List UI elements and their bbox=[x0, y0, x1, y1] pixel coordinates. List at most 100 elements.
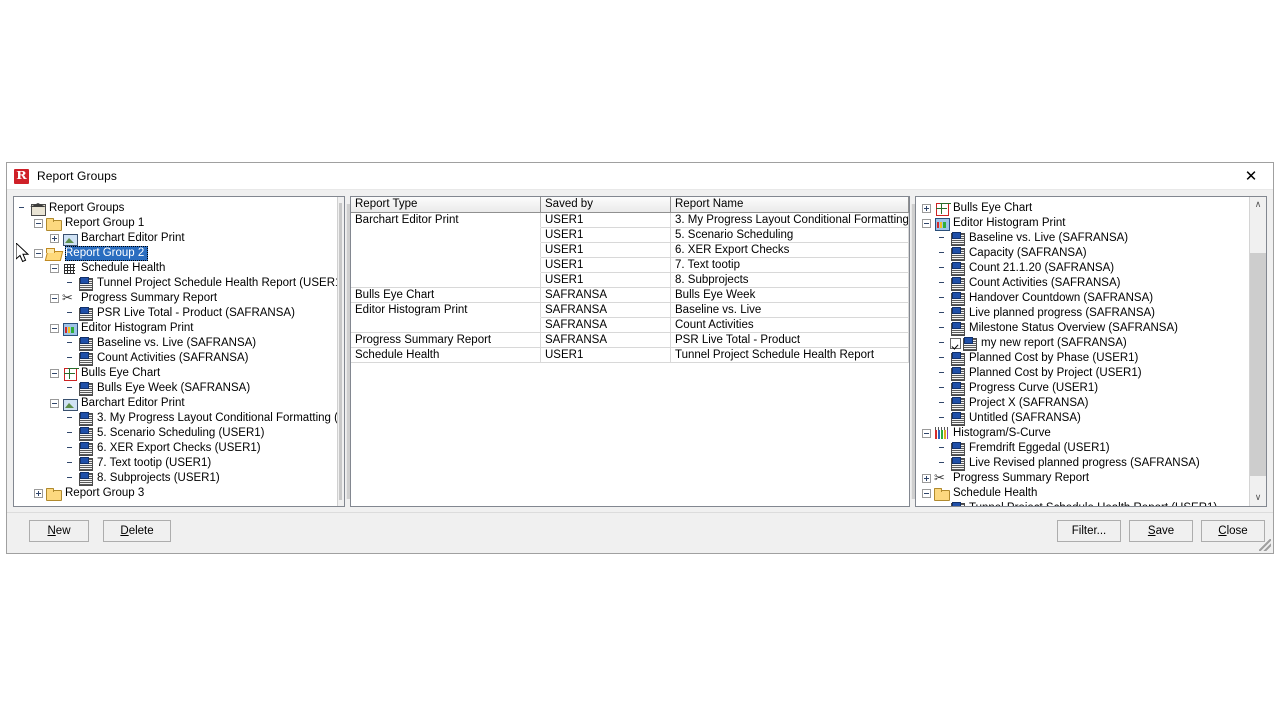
cell-report-type[interactable]: Editor Histogram Print bbox=[351, 303, 541, 318]
new-button[interactable]: New bbox=[29, 520, 89, 542]
cell-report-name[interactable]: 6. XER Export Checks bbox=[671, 243, 909, 258]
cell-report-type[interactable]: Bulls Eye Chart bbox=[351, 288, 541, 303]
tree-item[interactable]: Report Group 2 bbox=[14, 246, 344, 261]
cell-saved-by[interactable]: SAFRANSA bbox=[541, 318, 671, 333]
tree-item[interactable]: Progress Summary Report bbox=[916, 471, 1249, 486]
cell-report-name[interactable]: Tunnel Project Schedule Health Report bbox=[671, 348, 909, 363]
collapse-icon[interactable] bbox=[922, 429, 931, 438]
cell-report-type[interactable] bbox=[351, 273, 541, 288]
collapse-icon[interactable] bbox=[50, 399, 59, 408]
cell-report-name[interactable]: 5. Scenario Scheduling bbox=[671, 228, 909, 243]
reports-table-panel[interactable]: Report Type Saved by Report Name Barchar… bbox=[350, 196, 910, 507]
left-panel-splitter[interactable] bbox=[337, 197, 344, 506]
tree-item[interactable]: my new report (SAFRANSA) bbox=[916, 336, 1249, 351]
report-groups-tree-panel[interactable]: Report Groups Report Group 1 Barchart Edit… bbox=[13, 196, 345, 507]
available-reports-panel[interactable]: Bulls Eye Chart Editor Histogram Print Bas… bbox=[915, 196, 1267, 507]
cell-report-type[interactable] bbox=[351, 258, 541, 273]
filter-button[interactable]: Filter... bbox=[1057, 520, 1121, 542]
tree-item[interactable]: Report Group 3 bbox=[14, 486, 344, 501]
tree-item[interactable]: 8. Subprojects (USER1) bbox=[14, 471, 344, 486]
tree-item[interactable]: Progress Summary Report bbox=[14, 291, 344, 306]
report-groups-tree[interactable]: Report Groups Report Group 1 Barchart Edit… bbox=[14, 197, 344, 506]
tree-item[interactable]: 7. Text tootip (USER1) bbox=[14, 456, 344, 471]
tree-item[interactable]: Report Groups bbox=[14, 201, 344, 216]
cell-report-type[interactable] bbox=[351, 318, 541, 333]
cell-saved-by[interactable]: USER1 bbox=[541, 273, 671, 288]
table-row[interactable]: SAFRANSA Count Activities bbox=[351, 318, 909, 333]
collapse-icon[interactable] bbox=[34, 249, 43, 258]
collapse-icon[interactable] bbox=[50, 264, 59, 273]
expand-icon[interactable] bbox=[50, 234, 59, 243]
delete-button[interactable]: Delete bbox=[103, 520, 171, 542]
tree-item[interactable]: Tunnel Project Schedule Health Report (U… bbox=[14, 276, 344, 291]
column-header-saved-by[interactable]: Saved by bbox=[541, 197, 671, 212]
tree-item[interactable]: 5. Scenario Scheduling (USER1) bbox=[14, 426, 344, 441]
table-row[interactable]: Progress Summary Report SAFRANSA PSR Live … bbox=[351, 333, 909, 348]
tree-item[interactable]: Handover Countdown (SAFRANSA) bbox=[916, 291, 1249, 306]
cell-saved-by[interactable]: USER1 bbox=[541, 348, 671, 363]
tree-item[interactable]: Capacity (SAFRANSA) bbox=[916, 246, 1249, 261]
vertical-scrollbar[interactable]: ∧ ∨ bbox=[1249, 197, 1266, 506]
item-checkbox[interactable] bbox=[950, 338, 961, 349]
column-header-report-name[interactable]: Report Name bbox=[671, 197, 909, 212]
cell-report-type[interactable]: Barchart Editor Print bbox=[351, 213, 541, 228]
tree-item[interactable]: 6. XER Export Checks (USER1) bbox=[14, 441, 344, 456]
cell-report-name[interactable]: 7. Text tootip bbox=[671, 258, 909, 273]
tree-item[interactable]: Progress Curve (USER1) bbox=[916, 381, 1249, 396]
tree-item[interactable]: Bulls Eye Chart bbox=[916, 201, 1249, 216]
table-row[interactable]: USER1 8. Subprojects bbox=[351, 273, 909, 288]
tree-item[interactable]: Untitled (SAFRANSA) bbox=[916, 411, 1249, 426]
tree-item[interactable]: Editor Histogram Print bbox=[916, 216, 1249, 231]
collapse-icon[interactable] bbox=[34, 219, 43, 228]
tree-item[interactable]: Live planned progress (SAFRANSA) bbox=[916, 306, 1249, 321]
tree-item[interactable]: Milestone Status Overview (SAFRANSA) bbox=[916, 321, 1249, 336]
tree-item[interactable]: Live Revised planned progress (SAFRANSA) bbox=[916, 456, 1249, 471]
cell-report-type[interactable]: Schedule Health bbox=[351, 348, 541, 363]
close-icon[interactable]: ✕ bbox=[1229, 163, 1273, 189]
tree-item[interactable]: Bulls Eye Chart bbox=[14, 366, 344, 381]
tree-item[interactable]: Report Group 1 bbox=[14, 216, 344, 231]
tree-item[interactable]: Count Activities (SAFRANSA) bbox=[916, 276, 1249, 291]
cell-report-type[interactable]: Progress Summary Report bbox=[351, 333, 541, 348]
tree-item[interactable]: Baseline vs. Live (SAFRANSA) bbox=[14, 336, 344, 351]
cell-report-name[interactable]: Bulls Eye Week bbox=[671, 288, 909, 303]
table-row[interactable]: Bulls Eye Chart SAFRANSA Bulls Eye Week bbox=[351, 288, 909, 303]
tree-item[interactable]: Bulls Eye Week (SAFRANSA) bbox=[14, 381, 344, 396]
collapse-icon[interactable] bbox=[50, 369, 59, 378]
scrollbar-thumb[interactable] bbox=[1250, 253, 1266, 476]
tree-item[interactable]: Planned Cost by Project (USER1) bbox=[916, 366, 1249, 381]
scroll-up-arrow-icon[interactable]: ∧ bbox=[1250, 197, 1266, 213]
cell-report-type[interactable] bbox=[351, 228, 541, 243]
table-row[interactable]: USER1 5. Scenario Scheduling bbox=[351, 228, 909, 243]
table-row[interactable]: USER1 6. XER Export Checks bbox=[351, 243, 909, 258]
tree-item[interactable]: Count 21.1.20 (SAFRANSA) bbox=[916, 261, 1249, 276]
tree-item[interactable]: Editor Histogram Print bbox=[14, 321, 344, 336]
tree-item[interactable]: Baseline vs. Live (SAFRANSA) bbox=[916, 231, 1249, 246]
tree-item[interactable]: Planned Cost by Phase (USER1) bbox=[916, 351, 1249, 366]
cell-report-name[interactable]: PSR Live Total - Product bbox=[671, 333, 909, 348]
cell-report-name[interactable]: Baseline vs. Live bbox=[671, 303, 909, 318]
cell-saved-by[interactable]: SAFRANSA bbox=[541, 288, 671, 303]
tree-item[interactable]: Barchart Editor Print bbox=[14, 231, 344, 246]
cell-report-name[interactable]: 3. My Progress Layout Conditional Format… bbox=[671, 213, 909, 228]
tree-item[interactable]: Histogram/S-Curve bbox=[916, 426, 1249, 441]
cell-saved-by[interactable]: SAFRANSA bbox=[541, 333, 671, 348]
tree-item[interactable]: Project X (SAFRANSA) bbox=[916, 396, 1249, 411]
collapse-icon[interactable] bbox=[922, 489, 931, 498]
column-header-report-type[interactable]: Report Type bbox=[351, 197, 541, 212]
table-row[interactable]: USER1 7. Text tootip bbox=[351, 258, 909, 273]
tree-item[interactable]: 3. My Progress Layout Conditional Format… bbox=[14, 411, 344, 426]
resize-grip-icon[interactable] bbox=[1259, 539, 1271, 551]
tree-item[interactable]: Barchart Editor Print bbox=[14, 396, 344, 411]
cell-saved-by[interactable]: USER1 bbox=[541, 258, 671, 273]
expand-icon[interactable] bbox=[922, 474, 931, 483]
cell-report-name[interactable]: 8. Subprojects bbox=[671, 273, 909, 288]
collapse-icon[interactable] bbox=[50, 294, 59, 303]
cell-report-type[interactable] bbox=[351, 243, 541, 258]
tree-item[interactable]: Schedule Health bbox=[916, 486, 1249, 501]
table-row[interactable]: Barchart Editor Print USER1 3. My Progress… bbox=[351, 213, 909, 228]
table-row[interactable]: Editor Histogram Print SAFRANSA Baseline v… bbox=[351, 303, 909, 318]
available-reports-tree[interactable]: Bulls Eye Chart Editor Histogram Print Bas… bbox=[916, 197, 1266, 506]
close-button[interactable]: Close bbox=[1201, 520, 1265, 542]
table-row[interactable]: Schedule Health USER1 Tunnel Project Sched… bbox=[351, 348, 909, 363]
